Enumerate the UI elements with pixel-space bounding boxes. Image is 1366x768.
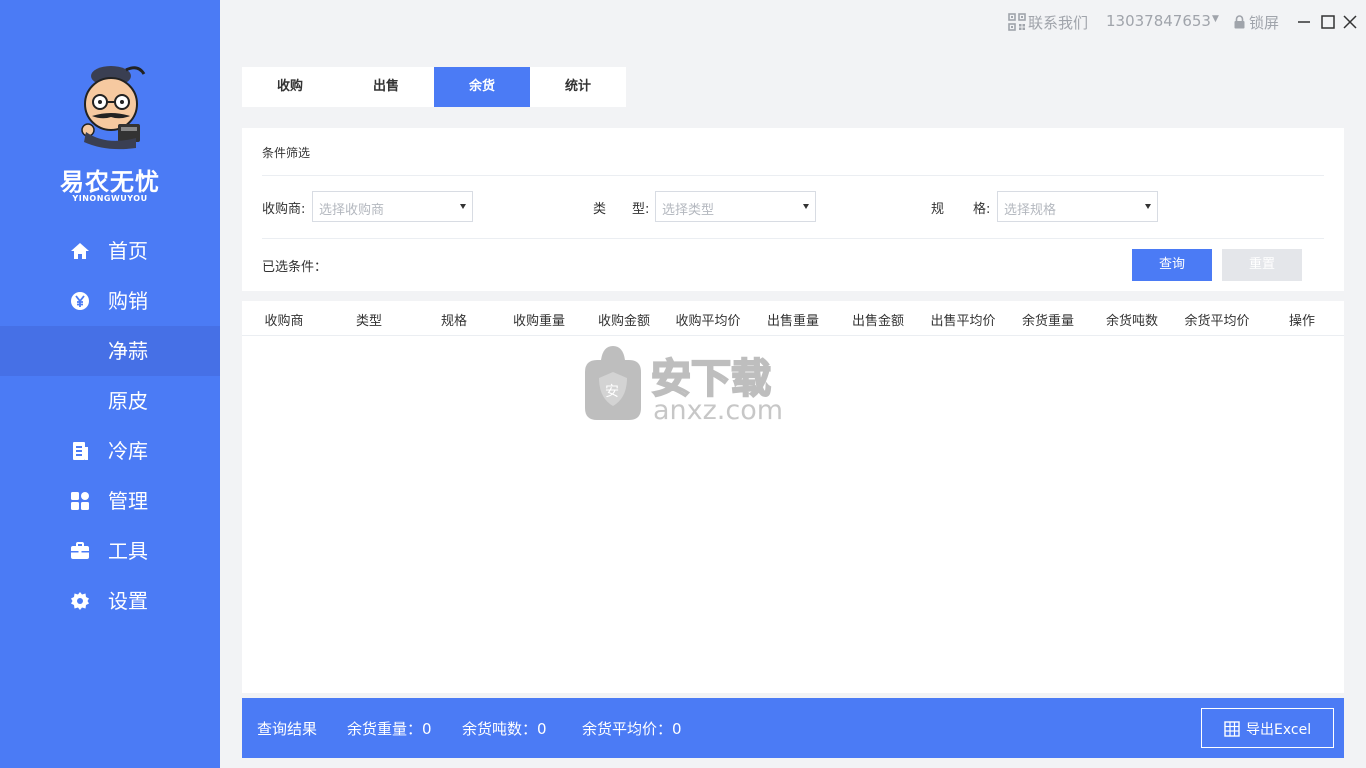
mascot-logo-icon	[81, 66, 146, 150]
sidebar-item-manage[interactable]: 管理	[0, 476, 220, 526]
briefcase-icon	[71, 542, 89, 559]
column-header: 出售平均价	[930, 314, 996, 329]
tab-statistics[interactable]: 统计	[530, 67, 626, 107]
sidebar-item-label: 购销	[108, 289, 148, 313]
column-header: 余货重量	[1021, 314, 1074, 329]
result-bar: 查询结果 余货重量：0 余货吨数：0 余货平均价：0 导出Excel	[242, 698, 1344, 758]
filter-panel: 条件筛选 收购商: 选择收购商 类 型: 选择类型 规 格: 选择规格 已选条件…	[242, 128, 1344, 291]
grid-icon	[71, 492, 89, 510]
spec-select-placeholder: 选择规格	[1004, 203, 1057, 218]
sidebar: 易农无忧 YINONGWUYOU 首页 购销 净蒜 原皮 冷库 管理 工具 设置	[0, 0, 220, 768]
caret-down-icon	[460, 204, 466, 209]
type-select-placeholder: 选择类型	[662, 203, 715, 218]
remaining-weight: 余货重量：0	[347, 720, 432, 738]
buyer-select[interactable]: 选择收购商	[312, 191, 473, 222]
watermark-subtext: anxz.com	[653, 395, 783, 424]
tab-bar: 收购 出售 余货 统计	[242, 67, 626, 107]
divider	[262, 238, 1324, 239]
sidebar-item-label: 设置	[108, 589, 148, 613]
sidebar-item-net-garlic[interactable]: 净蒜	[0, 326, 220, 376]
contact-us-link[interactable]: 联系我们	[1028, 12, 1088, 33]
column-header: 出售金额	[851, 314, 904, 329]
close-icon[interactable]	[1342, 14, 1358, 30]
table-header: 收购商 类型 规格 收购重量 收购金额 收购平均价 出售重量 出售金额 出售平均…	[242, 301, 1344, 336]
tab-sale[interactable]: 出售	[338, 67, 434, 107]
query-button[interactable]: 查询	[1132, 249, 1212, 281]
document-icon	[73, 442, 88, 460]
selected-conditions-label: 已选条件：	[262, 260, 328, 275]
remaining-tons: 余货吨数：0	[462, 720, 547, 738]
sidebar-item-tools[interactable]: 工具	[0, 526, 220, 576]
watermark-shield-glyph: 安	[605, 384, 619, 400]
phone-number[interactable]: 13037847653	[1106, 12, 1211, 30]
brand-subtitle: YINONGWUYOU	[72, 194, 148, 203]
gear-icon	[71, 592, 89, 610]
title-bar: 联系我们 13037847653 ▼ 锁屏	[220, 0, 1366, 45]
export-excel-button[interactable]: 导出Excel	[1201, 708, 1334, 748]
remaining-avg-price: 余货平均价：0	[582, 720, 682, 738]
export-excel-label: 导出Excel	[1246, 722, 1312, 738]
result-label: 查询结果	[257, 720, 318, 738]
spec-label-part2: 格:	[973, 202, 991, 217]
tab-inventory[interactable]: 余货	[434, 67, 530, 107]
caret-down-icon	[803, 204, 809, 209]
column-header: 收购商	[264, 314, 304, 329]
sidebar-item-label: 首页	[108, 239, 148, 263]
watermark-logo: 安 安下载 anxz.com	[585, 346, 783, 424]
column-header: 出售重量	[766, 314, 819, 329]
sidebar-item-label: 净蒜	[108, 339, 148, 363]
yen-icon	[71, 292, 89, 310]
spec-label-part1: 规	[931, 202, 945, 217]
table-icon	[1224, 721, 1240, 737]
minimize-icon[interactable]	[1296, 14, 1312, 30]
caret-down-icon[interactable]: ▼	[1212, 14, 1219, 24]
home-icon	[71, 243, 89, 259]
maximize-icon[interactable]	[1320, 14, 1336, 30]
column-header: 收购金额	[597, 314, 650, 329]
divider	[262, 175, 1324, 176]
sidebar-item-cold-storage[interactable]: 冷库	[0, 426, 220, 476]
sidebar-item-raw-skin[interactable]: 原皮	[0, 376, 220, 426]
buyer-label: 收购商:	[262, 202, 306, 217]
filter-title: 条件筛选	[262, 146, 311, 160]
column-header: 收购平均价	[675, 314, 741, 329]
column-header: 余货吨数	[1105, 314, 1158, 329]
type-label-part2: 型:	[632, 202, 650, 217]
spec-select[interactable]: 选择规格	[997, 191, 1158, 222]
tab-purchase[interactable]: 收购	[242, 67, 338, 107]
column-header: 规格	[440, 314, 467, 329]
sidebar-item-home[interactable]: 首页	[0, 226, 220, 276]
column-header: 收购重量	[512, 314, 565, 329]
sidebar-item-label: 管理	[108, 489, 148, 513]
column-header: 余货平均价	[1184, 314, 1250, 329]
logo: 易农无忧 YINONGWUYOU	[0, 58, 220, 208]
sidebar-item-label: 冷库	[108, 439, 148, 463]
type-select[interactable]: 选择类型	[655, 191, 816, 222]
sidebar-item-settings[interactable]: 设置	[0, 576, 220, 626]
lock-icon[interactable]	[1233, 15, 1246, 29]
qr-code-icon[interactable]	[1008, 13, 1026, 31]
sidebar-item-label: 原皮	[108, 389, 148, 413]
buyer-select-placeholder: 选择收购商	[319, 203, 385, 218]
lock-screen-button[interactable]: 锁屏	[1249, 12, 1279, 33]
caret-down-icon	[1145, 204, 1151, 209]
type-label-part1: 类	[593, 202, 607, 217]
column-header: 类型	[355, 314, 382, 329]
reset-button[interactable]: 重置	[1222, 249, 1302, 281]
sidebar-item-trade[interactable]: 购销	[0, 276, 220, 326]
brand-name: 易农无忧	[60, 168, 160, 196]
column-header: 操作	[1288, 314, 1315, 329]
sidebar-item-label: 工具	[108, 539, 148, 563]
